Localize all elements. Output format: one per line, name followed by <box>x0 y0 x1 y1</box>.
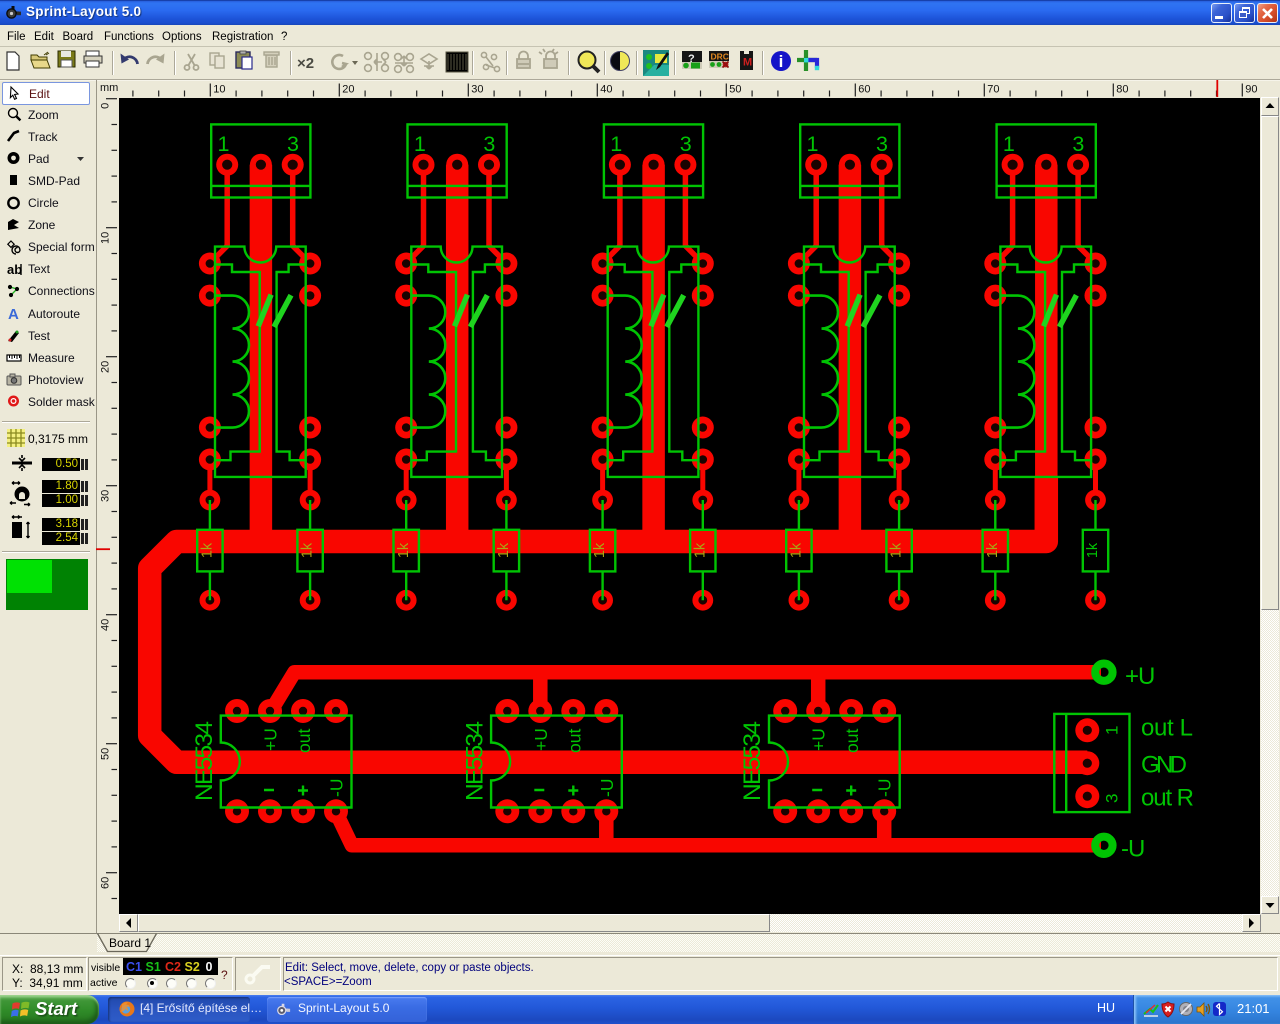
svg-text:+U: +U <box>1125 663 1154 690</box>
svg-text:20: 20 <box>100 361 112 373</box>
svg-text:A: A <box>8 306 19 322</box>
svg-text:90: 90 <box>1245 84 1257 96</box>
svg-text:60: 60 <box>858 84 870 96</box>
svg-text:GND: GND <box>1141 752 1187 779</box>
svg-text:10: 10 <box>213 84 225 96</box>
svg-text:DRC: DRC <box>711 52 729 62</box>
svg-text:1k: 1k <box>788 542 804 558</box>
svg-text:20: 20 <box>342 84 354 96</box>
svg-text:1k: 1k <box>396 542 412 558</box>
svg-text:×2: ×2 <box>297 55 314 72</box>
svg-text:M: M <box>743 57 752 69</box>
svg-text:50: 50 <box>100 748 112 760</box>
svg-text:1k: 1k <box>496 542 512 558</box>
svg-text:1k: 1k <box>692 542 708 558</box>
svg-text:30: 30 <box>471 84 483 96</box>
svg-text:1: 1 <box>1103 726 1122 735</box>
svg-text:1k: 1k <box>592 542 608 558</box>
svg-text:out R: out R <box>1141 785 1194 812</box>
svg-text:50: 50 <box>729 84 741 96</box>
svg-text:1k: 1k <box>889 542 905 558</box>
svg-text:40: 40 <box>600 84 612 96</box>
svg-text:1k: 1k <box>300 542 316 558</box>
svg-text:0: 0 <box>100 103 112 109</box>
svg-text:ab: ab <box>7 262 22 277</box>
svg-text:out L: out L <box>1141 715 1193 742</box>
svg-text:i: i <box>779 52 784 71</box>
svg-text:60: 60 <box>100 877 112 889</box>
svg-text:1k: 1k <box>1085 542 1101 558</box>
svg-text:10: 10 <box>100 232 112 244</box>
svg-text:30: 30 <box>100 490 112 502</box>
svg-text:40: 40 <box>100 619 112 631</box>
svg-text:3: 3 <box>1103 794 1122 803</box>
svg-text:1k: 1k <box>199 542 215 558</box>
svg-text:1k: 1k <box>985 542 1001 558</box>
svg-text:70: 70 <box>987 84 999 96</box>
svg-text:-U: -U <box>1121 836 1144 863</box>
svg-text:80: 80 <box>1116 84 1128 96</box>
